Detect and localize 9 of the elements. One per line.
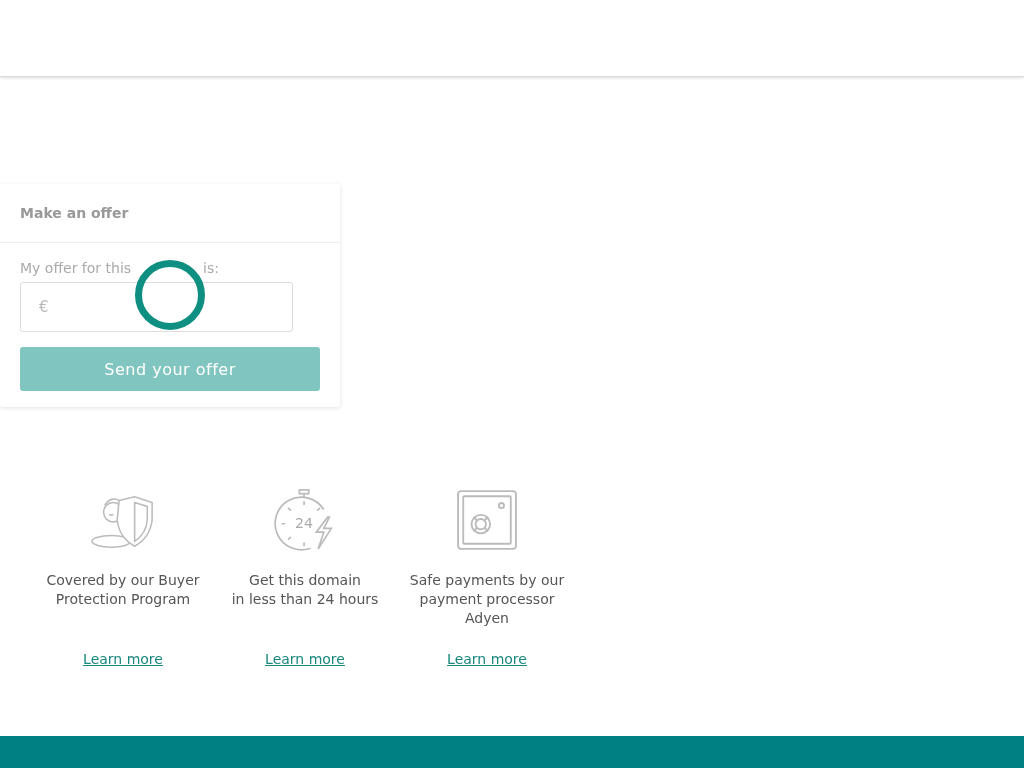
feature-text: Covered by our Buyer Protection Program [46,571,200,609]
learn-more-link[interactable]: Learn more [83,651,163,667]
feature-text: Get this domain in less than 24 hours [231,571,379,609]
field-label: My offer for this [20,260,132,276]
field-label: is: [203,260,219,276]
feature-text: Safe payments by our payment processor Adyen [409,571,565,628]
learn-more-link[interactable]: Learn more [447,651,527,667]
learn-more-link[interactable]: Learn more [265,651,345,667]
card-title: Make an offer [20,205,129,221]
